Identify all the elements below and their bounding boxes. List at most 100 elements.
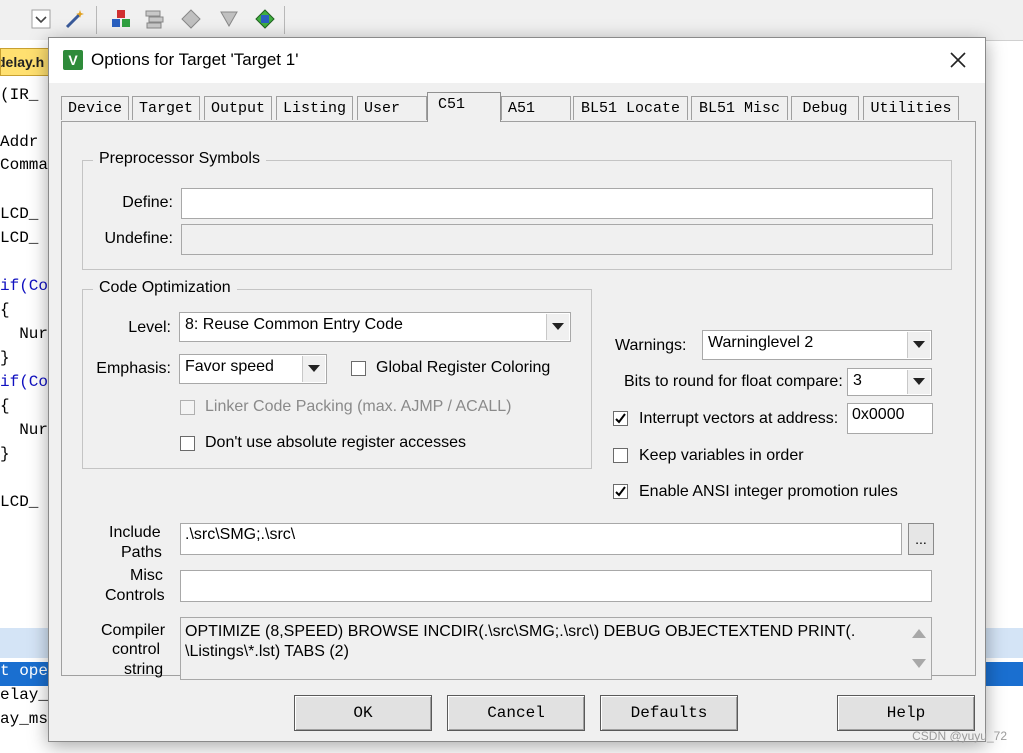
tab-debug[interactable]: Debug <box>791 96 859 120</box>
code-line: LCD_ <box>0 205 39 223</box>
compiler-string-label-1: Compiler <box>101 622 166 639</box>
bits-round-value: 3 <box>853 372 862 389</box>
browse-include-paths-button[interactable]: ... <box>908 523 934 555</box>
code-optimization-group: Code Optimization Level: 8: Reuse Common… <box>82 279 592 469</box>
code-line: Comma <box>0 156 49 174</box>
code-line: Nur <box>0 421 49 439</box>
options-dialog: V Options for Target 'Target 1' Device T… <box>48 37 986 742</box>
warnings-select[interactable]: Warninglevel 2 <box>702 330 932 360</box>
warnings-label: Warnings: <box>615 337 687 354</box>
tab-c51[interactable]: C51 <box>427 92 501 122</box>
code-line: if(Co <box>0 373 49 391</box>
code-line: Addr <box>0 133 39 151</box>
diamond-icon[interactable] <box>180 8 202 30</box>
tab-user[interactable]: User <box>357 96 427 120</box>
code-line: if(Co <box>0 277 49 295</box>
optimization-level-value: 8: Reuse Common Entry Code <box>185 316 403 333</box>
magic-wand-icon[interactable] <box>64 8 86 30</box>
misc-controls-input[interactable] <box>180 570 932 602</box>
interrupt-vectors-checkbox[interactable] <box>613 411 628 426</box>
optimization-level-select[interactable]: 8: Reuse Common Entry Code <box>179 312 571 342</box>
tab-device[interactable]: Device <box>61 96 129 120</box>
tab-output[interactable]: Output <box>204 96 272 120</box>
include-paths-label-1: Include <box>109 524 161 541</box>
undefine-input-text <box>186 227 928 245</box>
output-line: elay_ <box>0 686 49 704</box>
compiler-control-string[interactable]: OPTIMIZE (8,SPEED) BROWSE INCDIR(.\src\S… <box>180 617 932 680</box>
tab-target[interactable]: Target <box>132 96 200 120</box>
dialog-titlebar[interactable]: V Options for Target 'Target 1' <box>49 38 985 83</box>
checkmark-icon <box>615 486 626 497</box>
tab-bl51-misc[interactable]: BL51 Misc <box>691 96 788 120</box>
ok-button[interactable]: OK <box>294 695 432 731</box>
ansi-promotion-checkbox[interactable] <box>613 484 628 499</box>
tab-a51[interactable]: A51 <box>501 96 571 120</box>
code-line: LCD_ <box>0 493 39 511</box>
linker-packing-checkbox <box>180 400 195 415</box>
include-paths-input[interactable] <box>180 523 902 555</box>
defaults-button[interactable]: Defaults <box>600 695 738 731</box>
code-line: (IR_ <box>0 86 39 104</box>
code-line: } <box>0 445 10 463</box>
dropdown-chevron-icon[interactable] <box>30 8 52 30</box>
code-line: { <box>0 397 10 415</box>
tab-utilities[interactable]: Utilities <box>863 96 959 120</box>
misc-controls-text[interactable] <box>185 573 927 591</box>
define-input-text[interactable] <box>186 191 928 209</box>
chevron-down-icon <box>907 332 930 358</box>
scroll-down-icon[interactable] <box>912 659 926 668</box>
undefine-input <box>181 224 933 255</box>
watermark: CSDN @yuyu_72 <box>912 729 1007 743</box>
level-label: Level: <box>128 319 171 336</box>
keep-variables-label: Keep variables in order <box>639 447 804 464</box>
code-line: LCD_ <box>0 229 39 247</box>
emphasis-label: Emphasis: <box>96 360 171 377</box>
include-paths-text[interactable] <box>185 526 897 544</box>
compiler-string-scrollbar[interactable] <box>908 619 930 678</box>
bits-round-select[interactable]: 3 <box>847 368 932 396</box>
misc-controls-label-2: Controls <box>105 587 165 604</box>
code-line: { <box>0 301 10 319</box>
interrupt-address-input[interactable] <box>847 403 933 434</box>
bits-round-label: Bits to round for float compare: <box>624 373 843 390</box>
scroll-up-icon[interactable] <box>912 629 926 638</box>
interrupt-vectors-label: Interrupt vectors at address: <box>639 410 839 427</box>
layers-icon[interactable] <box>144 8 166 30</box>
interrupt-address-text[interactable] <box>852 406 928 424</box>
define-input[interactable] <box>181 188 933 219</box>
close-button[interactable] <box>941 44 975 76</box>
c51-options-panel: Preprocessor Symbols Define: Undefine: C… <box>61 121 976 680</box>
tab-listing[interactable]: Listing <box>276 96 353 120</box>
preprocessor-group-title: Preprocessor Symbols <box>93 150 266 168</box>
keep-variables-checkbox[interactable] <box>613 448 628 463</box>
cancel-button[interactable]: Cancel <box>447 695 585 731</box>
global-register-checkbox[interactable] <box>351 361 366 376</box>
code-line: } <box>0 349 10 367</box>
close-icon <box>950 52 966 68</box>
emphasis-select[interactable]: Favor speed <box>179 354 327 384</box>
linker-packing-label: Linker Code Packing (max. AJMP / ACALL) <box>205 398 512 415</box>
select-software-packs-icon[interactable] <box>254 8 276 30</box>
no-abs-register-label: Don't use absolute register accesses <box>205 434 466 451</box>
tab-strip: Device Target Output Listing User C51 A5… <box>61 92 976 122</box>
tab-bl51-locate[interactable]: BL51 Locate <box>573 96 688 120</box>
chevron-down-icon <box>907 370 930 394</box>
undefine-label: Undefine: <box>104 230 174 247</box>
help-button[interactable]: Help <box>837 695 975 731</box>
global-register-label: Global Register Coloring <box>376 359 551 376</box>
code-line: Nur <box>0 325 49 343</box>
pack-installer-icon[interactable] <box>218 8 240 30</box>
include-paths-label-2: Paths <box>121 544 162 561</box>
preprocessor-group: Preprocessor Symbols Define: Undefine: <box>82 150 952 270</box>
chevron-down-icon <box>302 356 325 382</box>
chevron-down-icon <box>546 314 569 340</box>
define-label: Define: <box>122 194 173 211</box>
no-abs-register-checkbox[interactable] <box>180 436 195 451</box>
warnings-value: Warninglevel 2 <box>708 334 814 351</box>
compiler-string-label-2: control <box>112 641 161 658</box>
compiler-string-line-1: OPTIMIZE (8,SPEED) BROWSE INCDIR(.\src\S… <box>185 623 856 640</box>
emphasis-value: Favor speed <box>185 358 274 375</box>
manage-components-icon[interactable] <box>110 8 132 30</box>
compiler-string-line-2: \Listings\*.lst) TABS (2) <box>185 643 349 660</box>
misc-controls-label-1: Misc <box>130 567 163 584</box>
